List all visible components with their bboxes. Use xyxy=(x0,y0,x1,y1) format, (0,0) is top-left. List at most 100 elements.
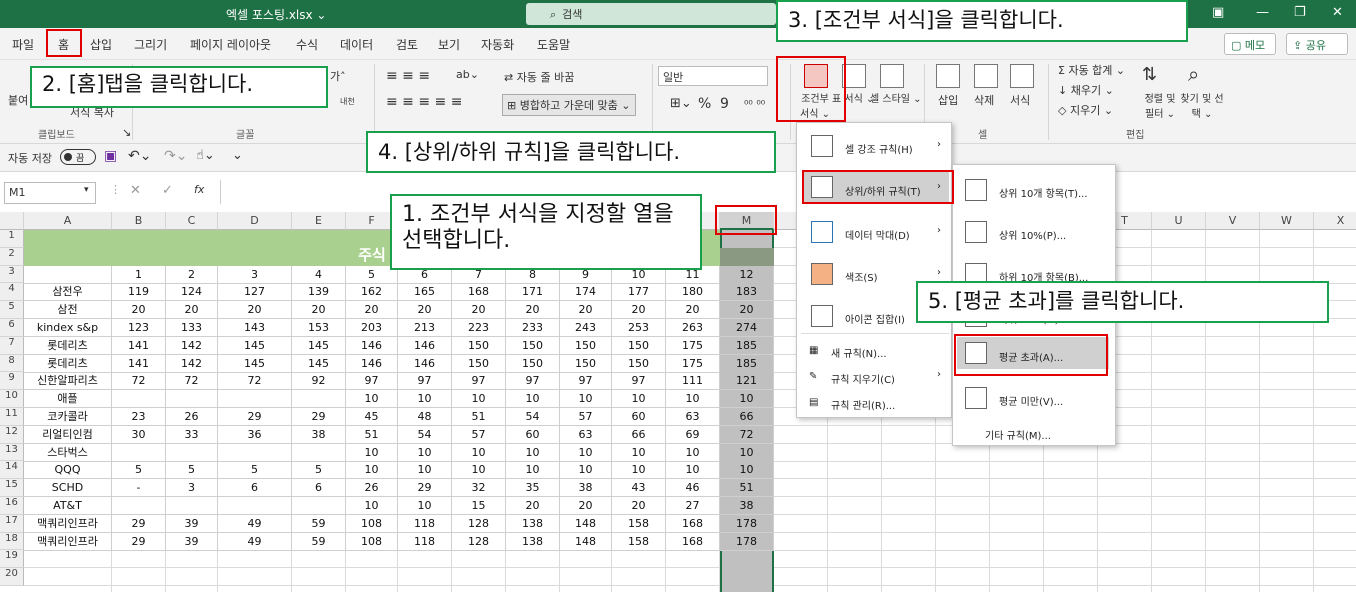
data-cell[interactable]: 20 xyxy=(560,497,612,515)
row-header[interactable]: 14 xyxy=(0,461,24,480)
data-cell[interactable]: 63 xyxy=(560,425,612,444)
data-cell[interactable]: 128 xyxy=(452,532,506,551)
data-cell[interactable]: 20 xyxy=(506,301,560,320)
data-cell[interactable] xyxy=(112,443,166,462)
save-icon[interactable]: ▣ xyxy=(104,148,117,164)
data-cell[interactable]: 45 xyxy=(346,408,398,426)
row-header[interactable]: 2 xyxy=(0,247,24,266)
cell-style-button[interactable]: 셀 스타일 ⌄ xyxy=(870,90,922,105)
row-label-cell[interactable]: SCHD xyxy=(24,479,112,498)
namebox-dropdown-icon[interactable]: ▾ xyxy=(84,185,89,195)
data-cell[interactable]: 243 xyxy=(560,319,612,337)
menu-more-rules[interactable]: 기타 규칙(M)... xyxy=(985,427,1051,442)
select-all-corner[interactable] xyxy=(0,212,24,230)
data-cell[interactable]: 20 xyxy=(112,301,166,320)
data-cell[interactable]: 274 xyxy=(720,319,774,337)
data-cell[interactable]: 20 xyxy=(720,301,774,320)
data-cell[interactable]: 118 xyxy=(398,514,452,533)
data-cell[interactable]: 128 xyxy=(452,514,506,533)
row-label-cell[interactable]: 롯데리츠 xyxy=(24,336,112,355)
row-label-cell[interactable]: 맥쿼리인프라 xyxy=(24,532,112,551)
data-cell[interactable]: 10 xyxy=(506,461,560,480)
sort-filter-button[interactable]: 정렬 및 필터 ⌄ xyxy=(1140,90,1180,120)
menu-top10-percent[interactable]: 상위 10%(P)... xyxy=(999,227,1066,242)
data-cell[interactable]: 10 xyxy=(560,443,612,462)
data-cell[interactable]: 10 xyxy=(346,390,398,409)
data-cell[interactable]: 10 xyxy=(666,390,720,409)
data-cell[interactable]: 141 xyxy=(112,354,166,373)
row-label-cell[interactable]: 롯데리츠 xyxy=(24,354,112,373)
menu-data-bars[interactable]: 데이터 막대(D) xyxy=(845,227,910,242)
tab-automate[interactable]: 자동화 xyxy=(481,36,514,53)
data-cell[interactable] xyxy=(218,390,292,409)
data-cell[interactable]: 66 xyxy=(720,408,774,426)
data-cell[interactable]: 153 xyxy=(292,319,346,337)
menu-new-rule[interactable]: 새 규칙(N)... xyxy=(831,345,887,360)
paste-button[interactable]: 붙여 xyxy=(8,92,28,108)
data-cell[interactable]: 133 xyxy=(166,319,218,337)
data-cell[interactable]: 69 xyxy=(666,425,720,444)
data-cell[interactable]: 124 xyxy=(166,283,218,302)
data-cell[interactable]: 63 xyxy=(666,408,720,426)
row-header[interactable]: 6 xyxy=(0,319,24,337)
number-format-select[interactable]: 일반 xyxy=(658,66,768,86)
data-cell[interactable]: 143 xyxy=(218,319,292,337)
menu-top10-items[interactable]: 상위 10개 항목(T)... xyxy=(999,185,1088,200)
data-cell[interactable]: 59 xyxy=(292,514,346,533)
data-cell[interactable]: 10 xyxy=(398,390,452,409)
data-cell[interactable]: 97 xyxy=(398,372,452,391)
data-cell[interactable]: 168 xyxy=(666,532,720,551)
data-cell[interactable]: 4 xyxy=(292,265,346,284)
data-cell[interactable]: 38 xyxy=(292,425,346,444)
data-cell[interactable]: 10 xyxy=(612,443,666,462)
data-cell[interactable]: 138 xyxy=(506,514,560,533)
data-cell[interactable]: 60 xyxy=(612,408,666,426)
data-cell[interactable]: 158 xyxy=(612,514,666,533)
data-cell[interactable]: 49 xyxy=(218,532,292,551)
data-cell[interactable]: 92 xyxy=(292,372,346,391)
orientation-icon[interactable]: ab⌄ xyxy=(456,68,479,81)
data-cell[interactable] xyxy=(112,390,166,409)
data-cell[interactable]: 108 xyxy=(346,514,398,533)
data-cell[interactable]: 183 xyxy=(720,283,774,302)
row-label-cell[interactable]: QQQ xyxy=(24,461,112,480)
data-cell[interactable]: 118 xyxy=(398,532,452,551)
data-cell[interactable]: 145 xyxy=(218,354,292,373)
sort-filter-icon[interactable]: ⇅ xyxy=(1142,64,1157,85)
row-header[interactable]: 10 xyxy=(0,390,24,408)
function-icon[interactable]: fx xyxy=(194,183,204,196)
data-cell[interactable]: 233 xyxy=(506,319,560,337)
data-cell[interactable]: 150 xyxy=(612,336,666,355)
row-header[interactable]: 11 xyxy=(0,408,24,426)
data-cell[interactable]: 54 xyxy=(398,425,452,444)
comma-button[interactable]: 9 xyxy=(720,96,729,112)
data-cell[interactable]: 72 xyxy=(720,425,774,444)
row-label-cell[interactable]: 리얼티인컴 xyxy=(24,425,112,444)
data-cell[interactable]: 57 xyxy=(452,425,506,444)
data-cell[interactable]: 6 xyxy=(292,479,346,498)
cell-style-icon[interactable] xyxy=(880,64,904,88)
data-cell[interactable]: 20 xyxy=(560,301,612,320)
data-cell[interactable]: 20 xyxy=(612,497,666,515)
data-cell[interactable]: 23 xyxy=(112,408,166,426)
file-name[interactable]: 엑셀 포스팅.xlsx ⌄ xyxy=(226,6,327,23)
data-cell[interactable]: 138 xyxy=(506,532,560,551)
data-cell[interactable]: 29 xyxy=(292,408,346,426)
data-cell[interactable]: 20 xyxy=(452,301,506,320)
data-cell[interactable]: 10 xyxy=(720,390,774,409)
data-cell[interactable] xyxy=(166,443,218,462)
data-cell[interactable]: 146 xyxy=(398,354,452,373)
row-label-cell[interactable] xyxy=(24,265,112,284)
data-cell[interactable]: 32 xyxy=(452,479,506,498)
data-cell[interactable]: 146 xyxy=(346,354,398,373)
data-cell[interactable]: 35 xyxy=(506,479,560,498)
data-cell[interactable]: 10 xyxy=(398,497,452,515)
menu-icon-sets[interactable]: 아이콘 집합(I) xyxy=(845,311,905,326)
data-cell[interactable]: 150 xyxy=(612,354,666,373)
data-cell[interactable]: 51 xyxy=(452,408,506,426)
format-cells-button[interactable]: 서식 xyxy=(1010,92,1030,108)
data-cell[interactable]: 150 xyxy=(560,354,612,373)
data-cell[interactable]: 27 xyxy=(666,497,720,515)
data-cell[interactable]: 162 xyxy=(346,283,398,302)
data-cell[interactable] xyxy=(166,390,218,409)
